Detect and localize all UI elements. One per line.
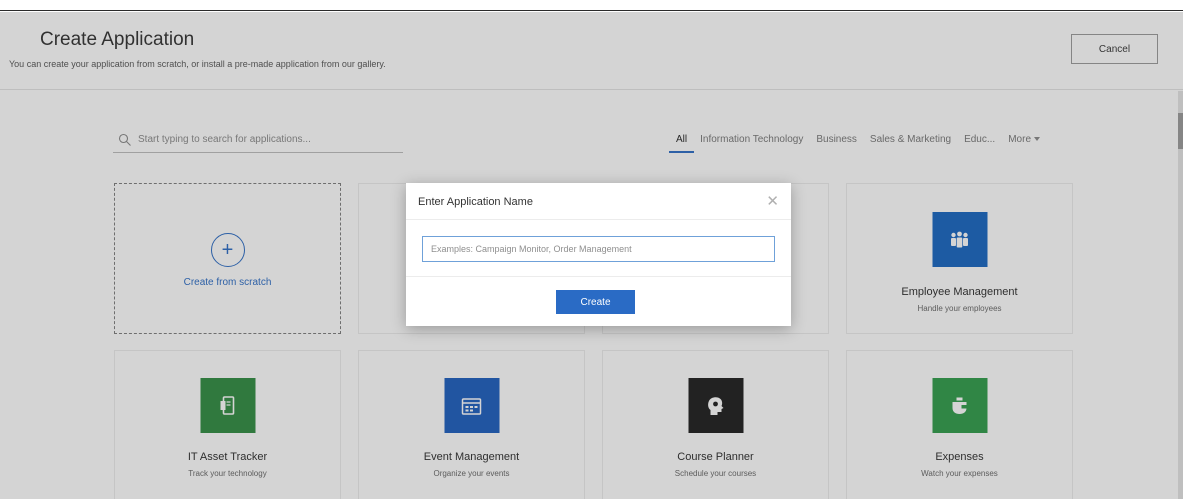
dialog-title: Enter Application Name: [418, 196, 533, 208]
top-window-edge: [0, 0, 1183, 11]
close-icon[interactable]: ✕: [766, 194, 779, 209]
dialog-header: Enter Application Name ✕: [406, 183, 791, 220]
application-name-input[interactable]: [422, 236, 775, 262]
dialog-body: [406, 220, 791, 277]
create-button[interactable]: Create: [556, 290, 635, 314]
enter-application-name-dialog: Enter Application Name ✕ Create: [406, 183, 791, 326]
